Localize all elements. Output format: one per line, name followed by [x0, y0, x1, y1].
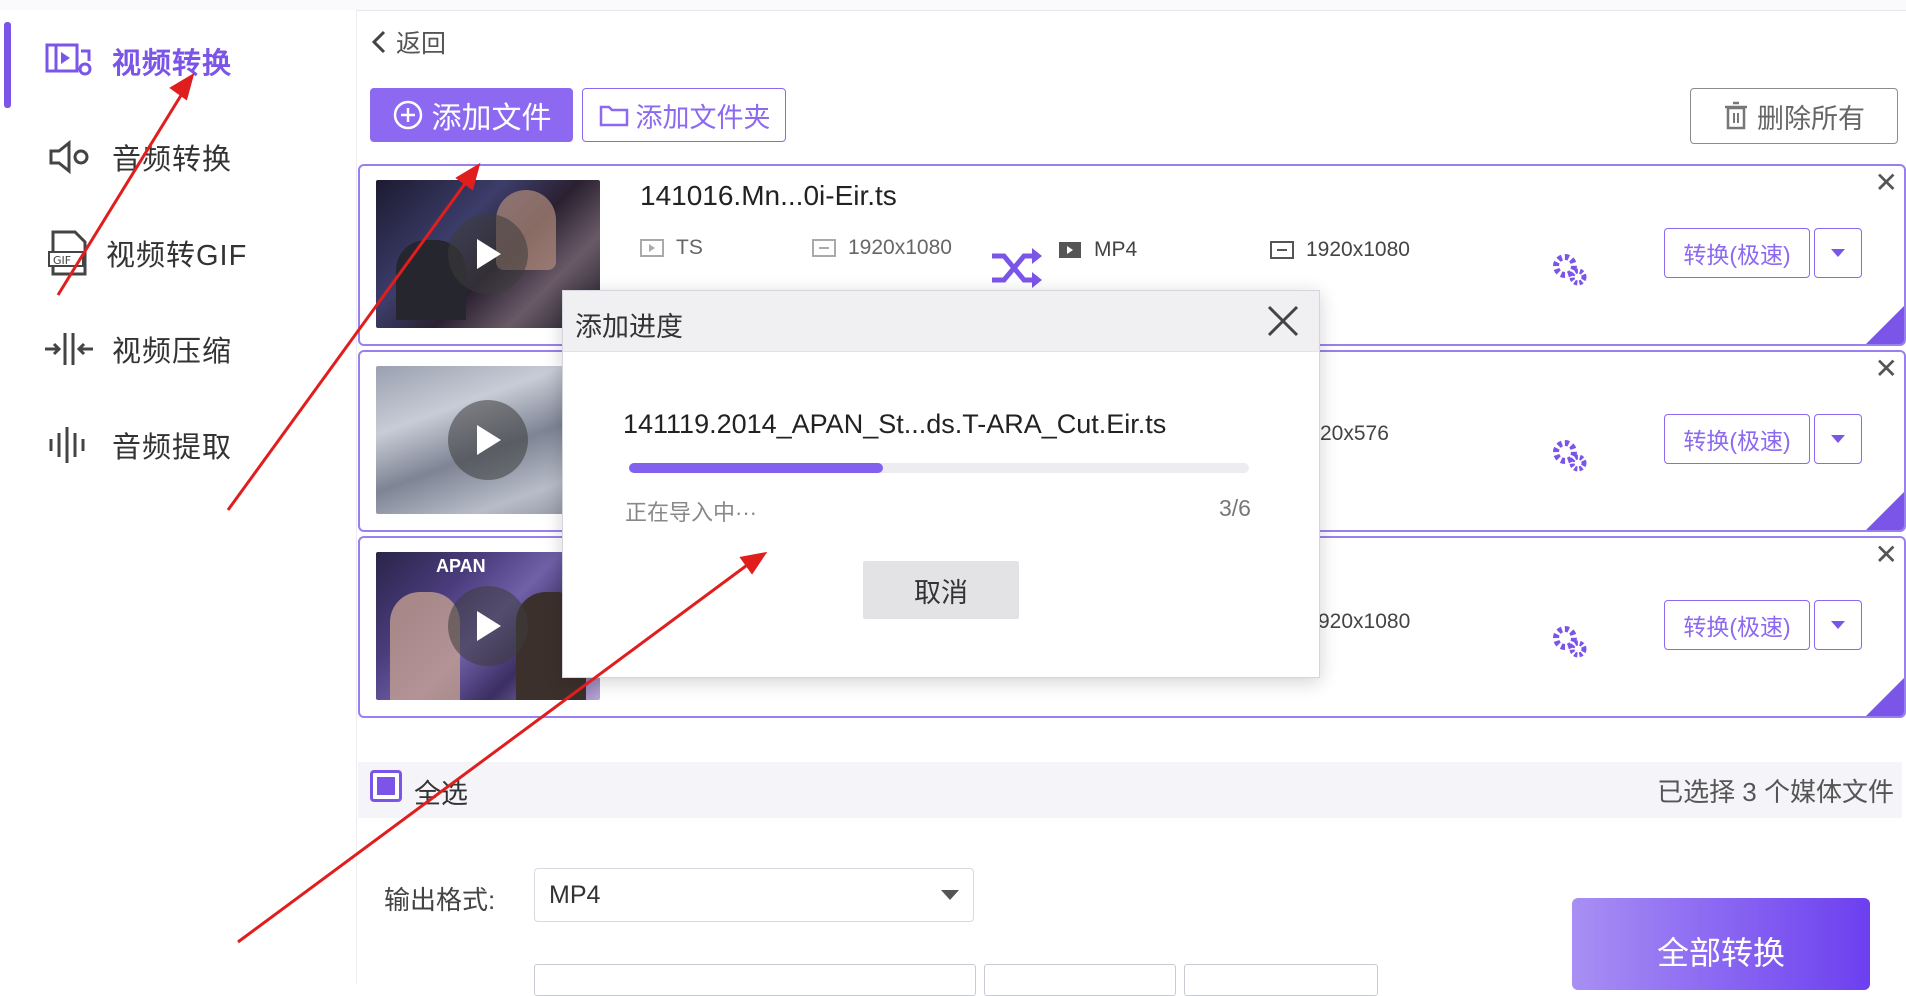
add-file-button[interactable]: 添加文件	[370, 88, 573, 142]
sidebar-item-label: 视频转换	[112, 48, 233, 80]
film-icon	[1059, 242, 1081, 258]
video-file-icon	[640, 239, 664, 257]
file-name: 141016.Mn...0i-Eir.ts	[640, 180, 897, 211]
add-progress-dialog: 添加进度 141119.2014_APAN_St...ds.T-ARA_Cut.…	[562, 290, 1320, 678]
import-count: 3/6	[1219, 495, 1251, 521]
dialog-header: 添加进度	[563, 291, 1319, 352]
plus-circle-icon	[393, 100, 422, 130]
svg-text:GIF: GIF	[53, 254, 71, 267]
video-convert-icon	[40, 36, 98, 86]
convert-button[interactable]: 转换(极速)	[1664, 600, 1810, 650]
sidebar-item-label: 视频转GIF	[106, 240, 248, 272]
target-resolution: 20x576	[1320, 422, 1389, 445]
audio-convert-icon	[40, 132, 98, 182]
compress-icon	[40, 324, 98, 374]
caret-down-icon	[1831, 621, 1845, 629]
sidebar-active-indicator	[4, 22, 11, 108]
add-folder-label: 添加文件夹	[635, 102, 771, 133]
cancel-button[interactable]: 取消	[863, 561, 1019, 619]
trash-icon	[1725, 101, 1747, 130]
play-icon[interactable]	[448, 214, 528, 294]
chevron-left-icon	[371, 30, 386, 54]
remove-file-icon[interactable]: ✕	[1875, 540, 1898, 570]
import-status: 正在导入中···	[625, 500, 757, 525]
output-path-field[interactable]	[534, 964, 976, 996]
sidebar-item-video-to-gif[interactable]: GIF 视频转GIF	[40, 218, 340, 288]
caret-down-icon	[1831, 435, 1845, 443]
settings-gear-icon[interactable]	[1550, 251, 1590, 292]
thumbnail-watermark: APAN	[436, 556, 486, 576]
output-format-label: 输出格式:	[384, 885, 496, 915]
add-file-label: 添加文件	[431, 102, 552, 135]
settings-gear-icon[interactable]	[1550, 623, 1590, 664]
remove-file-icon[interactable]: ✕	[1875, 168, 1898, 198]
dialog-title: 添加进度	[575, 312, 683, 342]
convert-all-button[interactable]: 全部转换	[1572, 898, 1870, 990]
select-all-label: 全选	[414, 779, 468, 809]
delete-all-button[interactable]: 删除所有	[1690, 88, 1898, 144]
card-corner-marker	[1866, 492, 1904, 530]
convert-dropdown-button[interactable]	[1814, 228, 1862, 278]
source-resolution: 1920x1080	[812, 236, 952, 260]
convert-dropdown-button[interactable]	[1814, 414, 1862, 464]
close-icon[interactable]	[1261, 299, 1305, 343]
source-format: TS	[640, 236, 703, 260]
sidebar-item-label: 音频转换	[112, 144, 233, 176]
settings-gear-icon[interactable]	[1550, 437, 1590, 478]
target-format: MP4	[1058, 238, 1137, 262]
sidebar-item-label: 视频压缩	[112, 336, 233, 368]
play-icon[interactable]	[448, 400, 528, 480]
convert-button[interactable]: 转换(极速)	[1664, 414, 1810, 464]
target-resolution: 1920x1080	[1270, 238, 1410, 262]
back-label: 返回	[396, 30, 447, 58]
sidebar-item-video-convert[interactable]: 视频转换	[40, 26, 340, 96]
card-corner-marker	[1866, 306, 1904, 344]
open-folder-button[interactable]	[1184, 964, 1378, 996]
sidebar-item-video-compress[interactable]: 视频压缩	[40, 314, 340, 384]
add-folder-button[interactable]: 添加文件夹	[582, 88, 786, 142]
caret-down-icon	[1831, 249, 1845, 257]
output-format-select[interactable]: MP4	[534, 868, 974, 922]
card-corner-marker	[1866, 678, 1904, 716]
resolution-icon	[812, 239, 836, 257]
convert-dropdown-button[interactable]	[1814, 600, 1862, 650]
importing-file-name: 141119.2014_APAN_St...ds.T-ARA_Cut.Eir.t…	[623, 409, 1167, 439]
convert-button[interactable]: 转换(极速)	[1664, 228, 1810, 278]
gif-icon: GIF	[40, 228, 98, 278]
change-directory-button[interactable]	[984, 964, 1176, 996]
delete-all-label: 删除所有	[1757, 103, 1865, 134]
sidebar-item-audio-convert[interactable]: 音频转换	[40, 122, 340, 192]
folder-icon	[599, 105, 628, 127]
select-all-checkbox[interactable]	[370, 770, 402, 802]
remove-file-icon[interactable]: ✕	[1875, 354, 1898, 384]
caret-down-icon	[941, 890, 959, 900]
audio-extract-icon	[40, 420, 98, 470]
play-icon[interactable]	[448, 586, 528, 666]
target-resolution: 920x1080	[1318, 610, 1411, 633]
back-button[interactable]: 返回	[370, 20, 446, 64]
progress-fill	[629, 463, 883, 473]
selected-count: 已选择 3 个媒体文件	[1657, 777, 1894, 807]
sidebar-item-label: 音频提取	[112, 432, 233, 464]
resolution-icon	[1270, 241, 1294, 259]
sidebar-item-audio-extract[interactable]: 音频提取	[40, 410, 340, 480]
